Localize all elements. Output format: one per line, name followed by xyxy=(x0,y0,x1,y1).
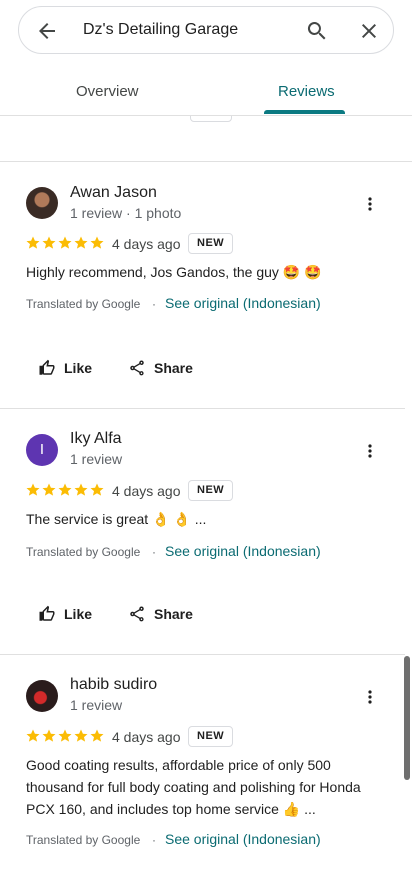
review-card: habib sudiro 1 review 4 days ago NEW Goo… xyxy=(0,655,405,877)
close-icon[interactable] xyxy=(357,19,381,43)
avatar[interactable] xyxy=(26,680,58,712)
like-button[interactable]: Like xyxy=(38,605,92,623)
like-label: Like xyxy=(64,360,93,376)
reviewer-name[interactable]: habib sudiro xyxy=(70,676,157,694)
review-text: The service is great 👌 👌 ... xyxy=(26,511,207,527)
tab-bar: Overview Reviews xyxy=(0,70,412,116)
more-options-icon[interactable] xyxy=(362,443,378,459)
translated-by-label: Translated by Google xyxy=(26,545,141,559)
share-icon xyxy=(130,606,144,622)
separator-dot: · xyxy=(152,833,156,847)
new-badge: NEW xyxy=(188,726,234,747)
thumbs-up-icon xyxy=(39,359,55,375)
review-time: 4 days ago xyxy=(112,236,181,252)
avatar[interactable]: I xyxy=(26,434,58,466)
thumbs-up-icon xyxy=(39,605,55,621)
new-badge: NEW xyxy=(188,233,234,254)
review-text: Highly recommend, Jos Gandos, the guy 🤩 … xyxy=(26,264,322,280)
scrollbar[interactable] xyxy=(404,656,410,780)
tab-reviews[interactable]: Reviews xyxy=(278,83,335,100)
previous-review-fragment xyxy=(0,116,412,162)
review-card: Awan Jason 1 review · 1 photo 4 days ago… xyxy=(0,162,405,409)
like-label: Like xyxy=(64,606,93,622)
reviewer-meta: 1 review xyxy=(70,451,123,467)
separator-dot: · xyxy=(152,545,156,559)
see-original-link[interactable]: See original (Indonesian) xyxy=(165,831,321,847)
separator-dot: · xyxy=(152,297,156,311)
translated-by-label: Translated by Google xyxy=(26,297,141,311)
see-original-link[interactable]: See original (Indonesian) xyxy=(165,543,321,559)
like-button[interactable]: Like xyxy=(38,359,92,377)
reviewer-meta: 1 review · 1 photo xyxy=(70,205,182,221)
reviewer-meta: 1 review xyxy=(70,697,123,713)
active-tab-indicator xyxy=(264,110,345,114)
star-rating xyxy=(26,729,104,742)
review-card: I Iky Alfa 1 review 4 days ago NEW The s… xyxy=(0,409,405,655)
star-rating xyxy=(26,236,104,249)
share-button[interactable]: Share xyxy=(128,605,193,623)
search-query[interactable]: Dz's Detailing Garage xyxy=(83,21,238,39)
tab-overview[interactable]: Overview xyxy=(76,83,139,100)
share-icon xyxy=(130,360,144,376)
share-label: Share xyxy=(154,606,193,622)
review-text: Good coating results, affordable price o… xyxy=(26,757,361,817)
translated-by-label: Translated by Google xyxy=(26,833,141,847)
star-rating xyxy=(26,483,104,496)
search-icon[interactable] xyxy=(305,19,329,43)
more-options-icon[interactable] xyxy=(362,196,378,212)
new-badge: NEW xyxy=(188,480,234,501)
avatar[interactable] xyxy=(26,187,58,219)
more-options-icon[interactable] xyxy=(362,689,378,705)
share-label: Share xyxy=(154,360,193,376)
reviewer-name[interactable]: Iky Alfa xyxy=(70,430,122,448)
see-original-link[interactable]: See original (Indonesian) xyxy=(165,295,321,311)
previous-badge-fragment xyxy=(190,116,232,122)
reviewer-name[interactable]: Awan Jason xyxy=(70,184,157,202)
search-bar[interactable]: Dz's Detailing Garage xyxy=(18,6,394,54)
review-time: 4 days ago xyxy=(112,483,181,499)
back-arrow-icon[interactable] xyxy=(35,19,59,43)
review-time: 4 days ago xyxy=(112,729,181,745)
share-button[interactable]: Share xyxy=(128,359,193,377)
